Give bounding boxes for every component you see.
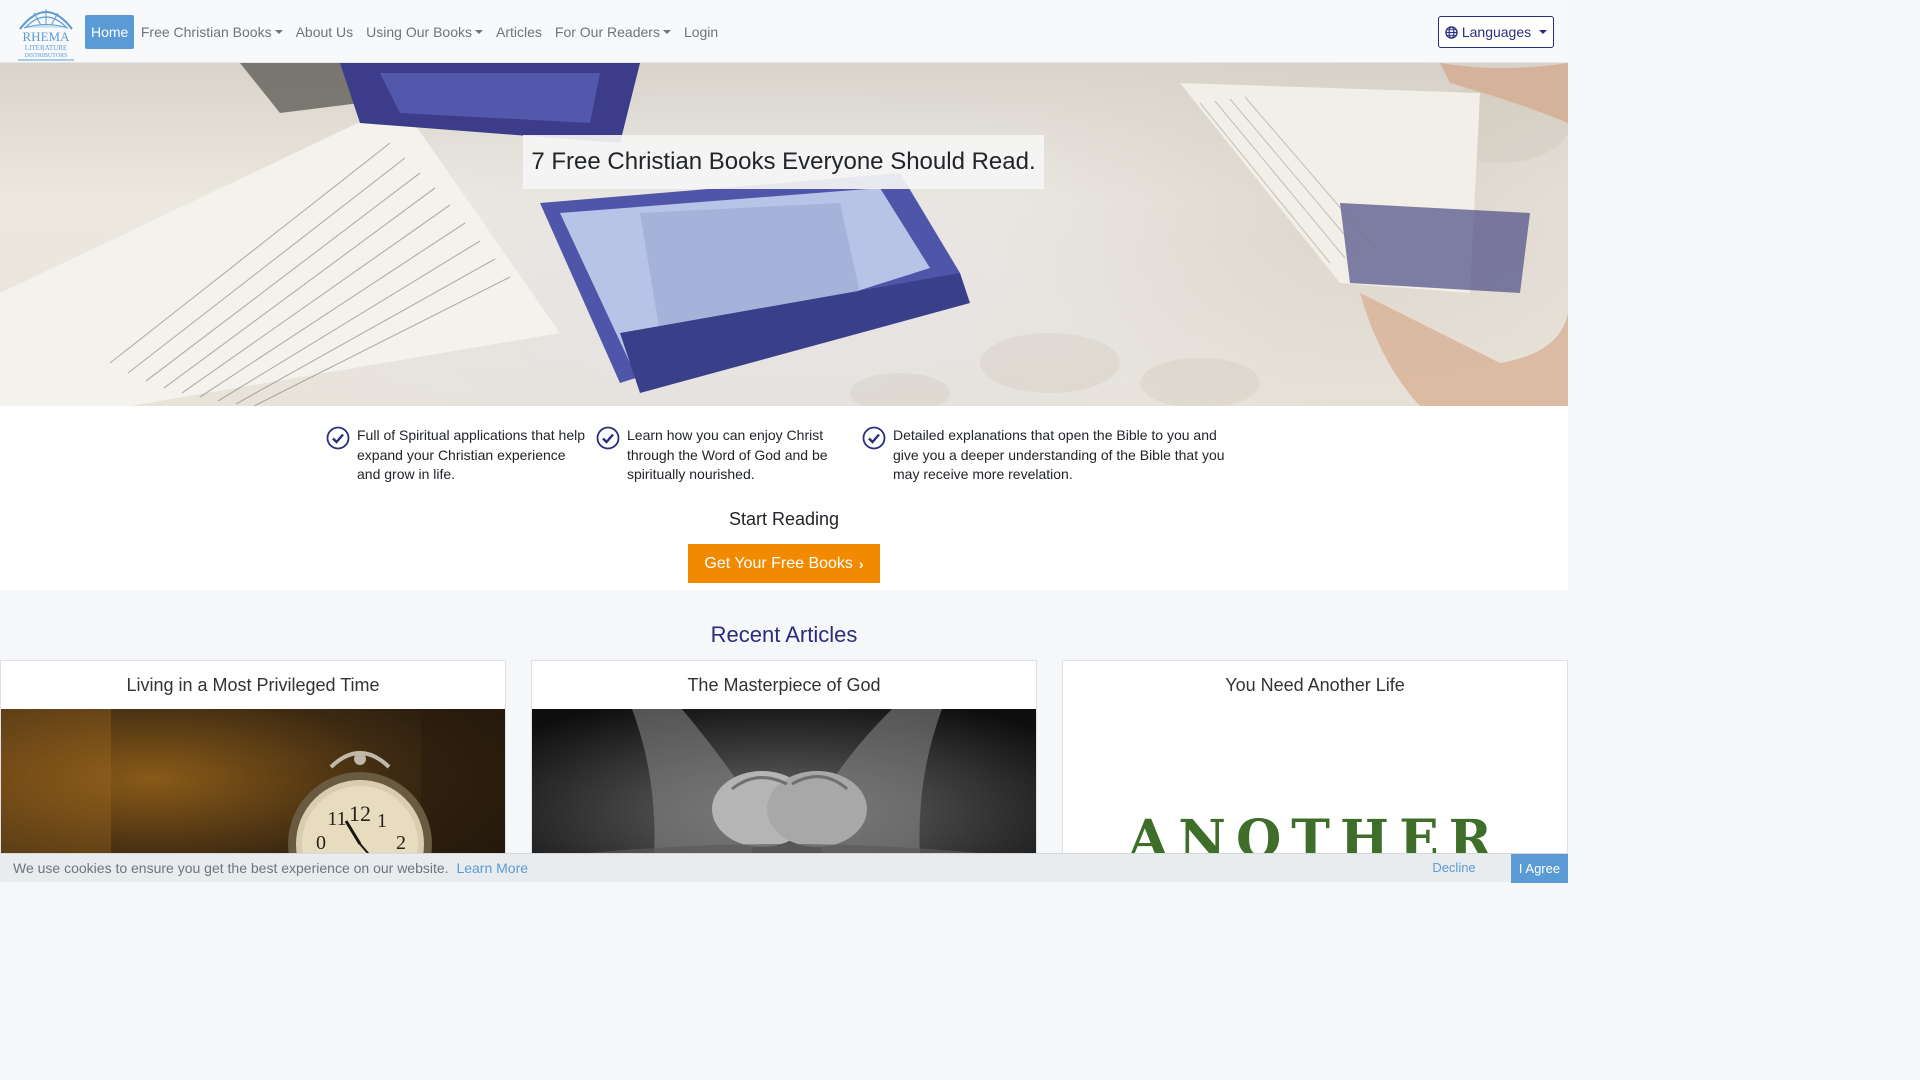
nav-free-christian-books[interactable]: Free Christian Books (134, 15, 289, 49)
cookie-message: We use cookies to ensure you get the bes… (13, 854, 528, 882)
languages-dropdown-button[interactable]: Languages (1438, 16, 1554, 48)
hero-banner: 7 Free Christian Books Everyone Should R… (0, 63, 1568, 406)
check-circle-icon (326, 426, 350, 450)
feature-item: Detailed explanations that open the Bibl… (862, 426, 1236, 485)
svg-text:RHEMA: RHEMA (23, 29, 71, 44)
nav-home[interactable]: Home (85, 15, 135, 49)
nav-for-our-readers[interactable]: For Our Readers (548, 15, 677, 49)
nav-about-us-label: About Us (295, 24, 354, 40)
chevron-down-icon (1539, 30, 1548, 34)
hero-books-image (0, 63, 1568, 406)
article-card[interactable]: Living in a Most Privileged Time 12 11 1… (0, 660, 506, 882)
nav-login[interactable]: Login (677, 15, 724, 49)
agree-button[interactable]: I Agree (1511, 854, 1568, 883)
feature-item: Full of Spiritual applications that help… (326, 426, 586, 485)
get-free-books-button[interactable]: Get Your Free Books › (688, 544, 880, 583)
svg-text:1: 1 (377, 810, 387, 832)
chevron-down-icon (475, 30, 483, 34)
svg-text:11: 11 (327, 808, 346, 830)
svg-text:0: 0 (316, 832, 326, 854)
cookie-message-text: We use cookies to ensure you get the bes… (13, 860, 449, 876)
decline-button[interactable]: Decline (1418, 854, 1490, 882)
svg-text:2: 2 (396, 832, 406, 854)
chevron-down-icon (274, 30, 283, 34)
chevron-right-icon: › (858, 555, 864, 572)
nav-home-label: Home (91, 24, 129, 40)
article-card[interactable]: The Masterpiece of God (531, 660, 1037, 882)
nav-using-our-books[interactable]: Using Our Books (360, 15, 490, 49)
rhema-logo[interactable]: RHEMA LITERATURE DISTRIBUTORS (14, 1, 78, 61)
article-title[interactable]: The Masterpiece of God (532, 661, 1036, 709)
nav-articles-label: Articles (496, 24, 542, 40)
globe-icon (1445, 25, 1458, 39)
top-navbar: RHEMA LITERATURE DISTRIBUTORS Home Free … (0, 0, 1568, 63)
svg-text:12: 12 (349, 801, 371, 826)
svg-text:DISTRIBUTORS: DISTRIBUTORS (25, 53, 68, 59)
nav-login-label: Login (683, 24, 719, 40)
nav-for-our-readers-label: For Our Readers (554, 24, 660, 40)
nav-free-christian-books-label: Free Christian Books (140, 24, 272, 40)
languages-label: Languages (1461, 24, 1532, 40)
article-card[interactable]: You Need Another Life ANOTHER (1062, 660, 1568, 882)
check-circle-icon (862, 426, 886, 450)
feature-text: Detailed explanations that open the Bibl… (893, 427, 1225, 482)
recent-articles-heading: Recent Articles (710, 622, 858, 647)
features-section: Full of Spiritual applications that help… (0, 406, 1568, 590)
nav-about-us[interactable]: About Us (289, 15, 360, 49)
main-nav: Home Free Christian Books About Us Using… (85, 15, 725, 49)
nav-using-our-books-label: Using Our Books (366, 24, 472, 40)
get-free-books-label: Get Your Free Books (704, 554, 853, 572)
feature-text: Learn how you can enjoy Christ through t… (627, 427, 828, 482)
feature-item: Learn how you can enjoy Christ through t… (596, 426, 836, 485)
nav-articles[interactable]: Articles (490, 15, 549, 49)
chevron-down-icon (662, 30, 671, 34)
check-circle-icon (596, 426, 620, 450)
cookie-consent-bar: We use cookies to ensure you get the bes… (0, 853, 1568, 883)
feature-text: Full of Spiritual applications that help… (357, 427, 586, 482)
hero-title: 7 Free Christian Books Everyone Should R… (523, 135, 1044, 189)
start-reading-label: Start Reading (728, 509, 840, 529)
article-title[interactable]: Living in a Most Privileged Time (1, 661, 505, 709)
svg-text:LITERATURE: LITERATURE (25, 44, 67, 52)
learn-more-link[interactable]: Learn More (456, 860, 528, 876)
article-title[interactable]: You Need Another Life (1063, 661, 1567, 709)
